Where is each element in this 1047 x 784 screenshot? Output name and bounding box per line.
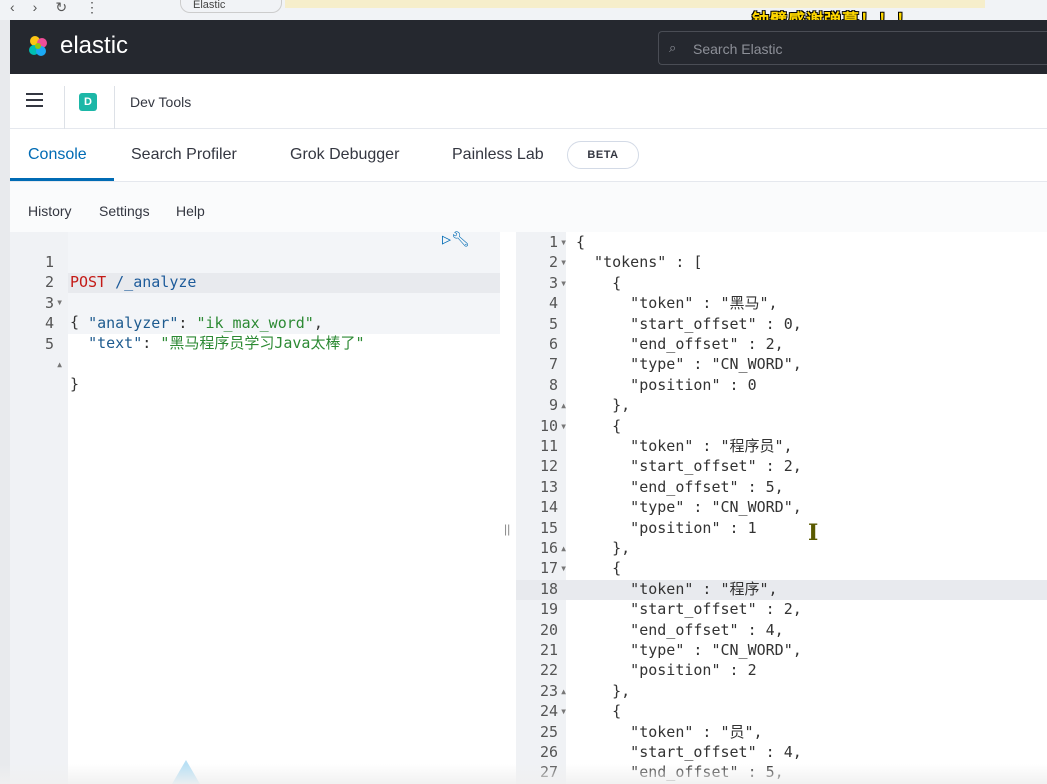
pane-resizer[interactable]: || [500,232,516,784]
help-link[interactable]: Help [176,203,205,219]
resize-handle-icon[interactable]: || [504,522,510,536]
request-editor[interactable]: 1 POST /_analyze ▷🔧︎ 2 ▾ { 3 "analyzer":… [10,230,500,784]
fold-icon[interactable]: ▴ [560,395,570,415]
tab-grok-debugger[interactable]: Grok Debugger [290,146,399,164]
divider [64,86,65,130]
breadcrumb-bar: D Dev Tools [10,74,1047,130]
fold-icon[interactable]: ▾ [560,558,570,578]
fold-icon[interactable]: ▾ [560,701,570,721]
top-header: elastic ⌕ [10,20,1047,74]
browser-url[interactable]: Elastic [180,0,282,13]
editor-line: 5 ▴ } [44,335,80,393]
editor-line: 2 ▾ { [44,273,80,331]
tab-painless-lab[interactable]: Painless Lab [452,146,544,164]
settings-link[interactable]: Settings [99,203,150,219]
fold-icon[interactable]: ▾ [560,232,570,252]
search-box[interactable]: ⌕ [658,31,1047,65]
menu-icon[interactable] [26,93,43,107]
fold-icon[interactable]: ▴ [560,681,570,701]
browser-nav-icons[interactable]: ‹›↻⋮ [10,0,117,14]
logo-text: elastic [60,32,129,59]
divider [114,86,115,130]
window-edge [0,20,10,784]
text-cursor-icon: I [808,520,819,546]
response-output[interactable]: 1 ▾{2 ▾ "tokens" : [3 ▾ {4 "token" : "黑马", 5… [516,232,1047,784]
breadcrumb-dev-tools[interactable]: Dev Tools [130,94,191,110]
active-tab-indicator [10,178,114,181]
fold-icon[interactable]: ▾ [56,292,66,312]
history-link[interactable]: History [28,203,72,219]
browser-bar: ‹›↻⋮ Elastic 钟擘感谢弹幕！！！ [0,0,1047,30]
search-input[interactable] [691,38,1035,60]
editor-line: 3 "analyzer": "ik_max_word", [44,294,323,332]
fold-icon[interactable]: ▾ [560,416,570,436]
editor-line: 4 "text": "黑马程序员学习Java太棒了" [44,314,365,352]
tab-search-profiler[interactable]: Search Profiler [131,146,237,164]
bottom-fade [0,764,1047,784]
fold-icon[interactable]: ▴ [560,538,570,558]
editor-line: 1 POST /_analyze [44,253,197,291]
console-menu: History Settings Help [10,182,1047,232]
wrench-icon[interactable]: 🔧︎ [451,230,470,248]
selected-token-line: "token" : "程序", [576,579,778,598]
search-icon: ⌕ [669,40,677,55]
request-actions: ▷🔧︎ [442,230,470,248]
play-icon[interactable]: ▷ [442,230,451,248]
tab-console[interactable]: Console [28,146,87,164]
fold-icon[interactable]: ▾ [560,252,570,272]
elastic-logo-icon[interactable] [26,34,50,58]
request-path: /_analyze [106,273,197,291]
fold-icon[interactable]: ▾ [560,273,570,293]
http-method: POST [70,273,107,291]
space-avatar[interactable]: D [79,93,97,111]
beta-badge: BETA [567,141,639,169]
fold-icon[interactable]: ▴ [56,354,66,374]
devtools-tabs: Console Search Profiler Grok Debugger Pa… [10,129,1047,182]
